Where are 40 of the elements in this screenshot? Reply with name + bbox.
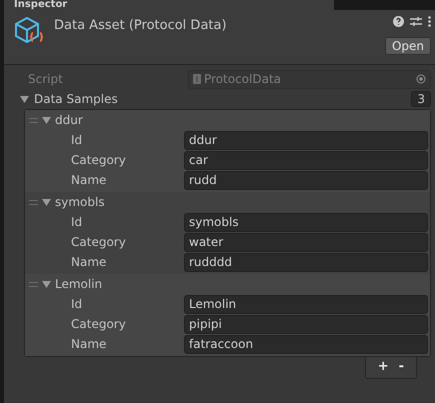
list-label[interactable]: Data Samples bbox=[34, 92, 118, 106]
list-count-field[interactable]: 3 bbox=[411, 91, 431, 107]
open-button[interactable]: Open bbox=[384, 37, 431, 55]
more-icon[interactable] bbox=[428, 16, 431, 27]
text-field[interactable]: car bbox=[184, 150, 428, 170]
foldout-arrow-icon[interactable] bbox=[42, 280, 51, 288]
text-field[interactable]: fatraccoon bbox=[184, 334, 428, 354]
foldout-arrow-icon[interactable] bbox=[42, 116, 51, 124]
element-title[interactable]: symobls bbox=[55, 195, 105, 209]
field-label: Category bbox=[71, 153, 127, 167]
script-label: Script bbox=[27, 72, 64, 86]
foldout-arrow-icon[interactable] bbox=[20, 95, 29, 103]
element-title[interactable]: ddur bbox=[55, 113, 83, 127]
drag-handle-icon[interactable] bbox=[29, 118, 38, 122]
field-label: Id bbox=[71, 133, 84, 147]
text-field[interactable]: ddur bbox=[184, 130, 428, 150]
add-button[interactable]: + bbox=[378, 359, 389, 374]
text-field[interactable]: water bbox=[184, 232, 428, 252]
text-field[interactable]: pipipi bbox=[184, 314, 428, 334]
field-label: Category bbox=[71, 235, 127, 249]
drag-handle-icon[interactable] bbox=[29, 200, 38, 204]
text-field[interactable]: Lemolin bbox=[184, 294, 428, 314]
tab-title[interactable]: Inspector bbox=[14, 0, 68, 10]
script-icon bbox=[193, 74, 201, 84]
field-label: Id bbox=[71, 215, 84, 229]
help-icon[interactable] bbox=[393, 16, 404, 27]
drag-handle-icon[interactable] bbox=[29, 282, 38, 286]
text-field[interactable]: rudddd bbox=[184, 252, 428, 272]
field-label: Name bbox=[71, 173, 108, 187]
remove-button[interactable]: - bbox=[398, 359, 404, 374]
field-label: Id bbox=[71, 297, 84, 311]
element-title[interactable]: Lemolin bbox=[55, 277, 102, 291]
text-field[interactable]: symobls bbox=[184, 212, 428, 232]
foldout-arrow-icon[interactable] bbox=[42, 198, 51, 206]
text-field[interactable]: rudd bbox=[184, 170, 428, 190]
field-label: Category bbox=[71, 317, 127, 331]
field-label: Name bbox=[71, 337, 108, 351]
field-label: Name bbox=[71, 255, 108, 269]
asset-title: Data Asset (Protocol Data) bbox=[54, 18, 228, 33]
presets-icon[interactable] bbox=[410, 16, 422, 27]
